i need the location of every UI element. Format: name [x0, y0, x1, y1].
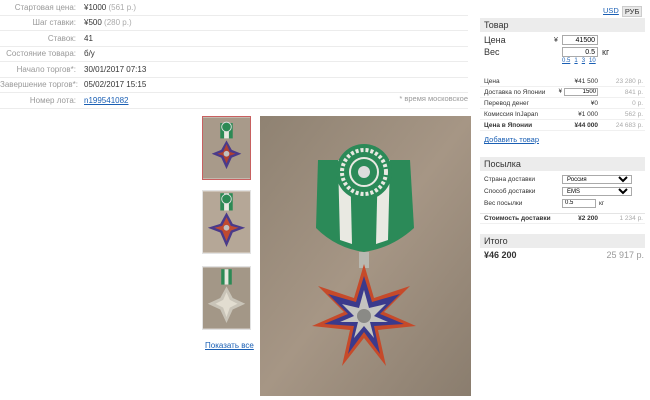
auction-start-row: Начало торгов*: 30/01/2017 07:13 — [0, 62, 468, 78]
auction-start-value: 30/01/2017 07:13 — [84, 64, 147, 74]
parcel-calculator: Посылка Страна доставки Россия Способ до… — [480, 157, 645, 224]
start-price-label: Стартовая цена: — [14, 2, 76, 12]
cost-row-japan-price: Цена в Японии ¥44 000 24 683 р. — [480, 120, 645, 131]
cost-row-price: Цена ¥41 500 23 280 р. — [480, 76, 645, 87]
thumbnail-3[interactable] — [202, 266, 251, 330]
main-product-image[interactable] — [260, 116, 471, 396]
medal-angle-thumb-icon — [203, 191, 250, 253]
currency-switch: USD РУБ — [603, 6, 643, 17]
total-rub: 25 917 р. — [606, 250, 644, 260]
medal-back-thumb-icon — [203, 267, 250, 329]
total-yen: ¥46 200 — [484, 250, 517, 260]
auction-end-value: 05/02/2017 15:15 — [84, 80, 147, 90]
total-row: ¥46 200 25 917 р. — [480, 250, 645, 260]
bid-step-row: Шаг ставки: ¥500 (280 р.) — [0, 16, 468, 31]
method-select[interactable]: EMS — [562, 186, 632, 196]
total-section-header: Итого — [480, 234, 645, 248]
parcel-weight-row: Вес посылки кг — [480, 197, 645, 209]
bid-step-value: ¥500 — [84, 18, 102, 28]
country-row: Страна доставки Россия — [480, 173, 645, 185]
weight-preset-1[interactable]: 1 — [574, 58, 577, 64]
start-price-rub: (561 р.) — [108, 2, 137, 12]
timezone-note: * время московское — [399, 94, 468, 103]
medal-photo-icon — [260, 116, 471, 396]
thumbnail-2[interactable] — [202, 190, 251, 254]
bid-step-label: Шаг ставки: — [32, 18, 76, 28]
parcel-weight-label: Вес посылки — [484, 199, 523, 207]
auction-end-row: Завершение торгов*: 05/02/2017 15:15 — [0, 78, 468, 93]
shipping-cost-row: Стоимость доставки ¥2 200 1 234 р. — [480, 213, 645, 224]
condition-value: б/у — [84, 49, 95, 59]
weight-unit: кг — [602, 47, 610, 57]
currency-usd-link[interactable]: USD — [603, 6, 619, 17]
price-yen-sign: ¥ — [554, 36, 558, 44]
bids-count-value: 41 — [84, 33, 93, 43]
start-price-value: ¥1000 — [84, 2, 107, 12]
parcel-weight-input[interactable] — [562, 198, 596, 208]
product-section-header: Товар — [480, 18, 645, 32]
start-price-row: Стартовая цена: ¥1000 (561 р.) — [0, 0, 468, 16]
country-select[interactable]: Россия — [562, 174, 632, 184]
bids-count-row: Ставок: 41 — [0, 31, 468, 47]
method-row: Способ доставки EMS — [480, 185, 645, 197]
cost-row-transfer: Перевод денег ¥0 0 р. — [480, 98, 645, 109]
bid-step-rub: (280 р.) — [104, 18, 132, 28]
condition-row: Состояние товара: б/у — [0, 47, 468, 62]
cost-row-commission: Комиссия InJapan ¥1 000 562 р. — [480, 109, 645, 120]
add-product-link[interactable]: Добавить товар — [480, 135, 539, 144]
parcel-weight-unit: кг — [599, 199, 605, 207]
price-input-label: Цена — [484, 35, 506, 45]
country-label: Страна доставки — [484, 175, 536, 183]
domestic-shipping-input[interactable] — [564, 88, 598, 96]
price-input[interactable] — [562, 35, 598, 45]
medal-front-thumb-icon — [203, 117, 250, 179]
auction-start-label: Начало торгов*: — [16, 64, 76, 74]
weight-preset-3[interactable]: 3 — [582, 58, 585, 64]
weight-preset-10[interactable]: 10 — [589, 58, 596, 64]
method-label: Способ доставки — [484, 187, 536, 195]
weight-input[interactable] — [562, 47, 598, 57]
cost-row-domestic-shipping: Доставка по Японии ¥ 841 р. — [480, 87, 645, 98]
total-block: Итого ¥46 200 25 917 р. — [480, 234, 645, 260]
parcel-section-header: Посылка — [480, 157, 645, 171]
lot-info-table: Стартовая цена: ¥1000 (561 р.) Шаг ставк… — [0, 0, 468, 109]
auction-end-label: Завершение торгов*: — [0, 80, 79, 90]
condition-label: Состояние товара: — [6, 49, 76, 59]
weight-input-label: Вес — [484, 47, 500, 57]
currency-rub-button[interactable]: РУБ — [621, 6, 643, 17]
thumbnail-1[interactable] — [202, 116, 251, 180]
product-calculator: Товар Цена ¥ Вес кг 0.5 1 3 10 Цена ¥41 … — [480, 18, 645, 144]
show-all-images-link[interactable]: Показать все — [205, 341, 254, 350]
weight-input-row: Вес кг — [480, 46, 645, 58]
weight-preset-0-5[interactable]: 0.5 — [562, 58, 570, 64]
price-input-row: Цена ¥ — [480, 34, 645, 46]
bids-count-label: Ставок: — [47, 33, 76, 43]
